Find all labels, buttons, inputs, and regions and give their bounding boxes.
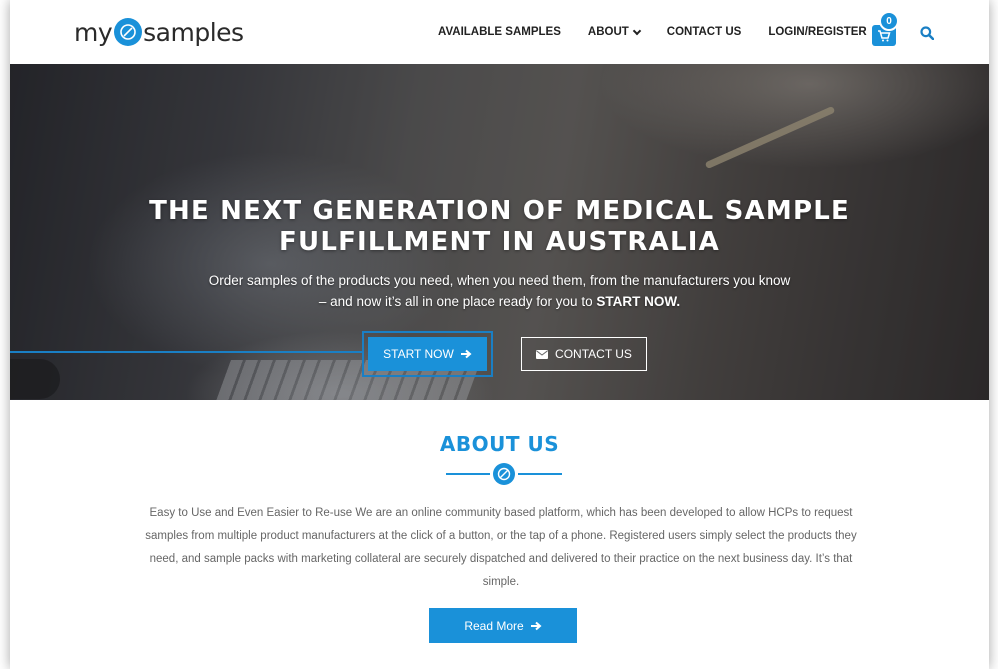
- start-now-label: START NOW: [383, 347, 454, 361]
- logo-text-left: my: [74, 17, 113, 47]
- page-frame: my samples AVAILABLE SAMPLES ABOUT CONTA…: [10, 0, 989, 669]
- hero-title: THE NEXT GENERATION OF MEDICAL SAMPLE FU…: [10, 196, 989, 258]
- search-icon: [920, 26, 935, 41]
- cart-count-badge: 0: [879, 11, 899, 31]
- hero-title-line: FULFILLMENT IN AUSTRALIA: [279, 227, 720, 257]
- nav-label: AVAILABLE SAMPLES: [438, 26, 561, 38]
- about-heading: ABOUT US: [439, 432, 560, 456]
- chevron-down-icon: [632, 26, 642, 35]
- read-more-label: Read More: [464, 618, 524, 633]
- hero-title-line: THE NEXT GENERATION OF MEDICAL SAMPLE: [149, 196, 850, 226]
- contact-us-button[interactable]: CONTACT US: [521, 337, 647, 371]
- nav-label: CONTACT US: [666, 26, 742, 38]
- read-more-button[interactable]: Read More: [429, 608, 577, 643]
- arrow-right-icon: [530, 621, 542, 630]
- search-button[interactable]: [920, 26, 935, 45]
- about-divider: [446, 463, 562, 485]
- hero-subtitle-line: Order samples of the products you need, …: [208, 273, 791, 288]
- site-logo[interactable]: my samples: [74, 16, 244, 48]
- divider-line: [446, 473, 490, 475]
- highlight-connector-line: [10, 351, 362, 353]
- cart-icon: [878, 29, 891, 41]
- nav-label: ABOUT: [587, 26, 629, 38]
- envelope-icon: [536, 349, 549, 359]
- start-now-button[interactable]: START NOW: [368, 337, 487, 371]
- hero-subtitle: Order samples of the products you need, …: [10, 270, 989, 312]
- logo-text-right: samples: [143, 17, 244, 47]
- hero-subtitle-emphasis: START NOW.: [596, 294, 681, 309]
- arrow-right-icon: [460, 349, 472, 359]
- divider-line: [518, 473, 562, 475]
- main-nav: AVAILABLE SAMPLES ABOUT CONTACT US LOGIN…: [438, 0, 894, 64]
- hero-subtitle-line: – and now it’s all in one place ready fo…: [10, 291, 989, 312]
- hero-subtitle-text: – and now it’s all in one place ready fo…: [318, 294, 593, 309]
- nav-available-samples[interactable]: AVAILABLE SAMPLES: [438, 26, 561, 38]
- logo-mark-icon: [114, 18, 143, 46]
- nav-login-register[interactable]: LOGIN/REGISTER: [768, 26, 866, 38]
- about-body-text: Easy to Use and Even Easier to Re-use We…: [145, 507, 857, 588]
- logo-mark-icon: [493, 463, 515, 485]
- site-header: my samples AVAILABLE SAMPLES ABOUT CONTA…: [10, 0, 989, 64]
- nav-about[interactable]: ABOUT: [587, 26, 642, 38]
- nav-label: LOGIN/REGISTER: [768, 26, 867, 38]
- contact-us-label: CONTACT US: [555, 347, 632, 361]
- hero-banner: THE NEXT GENERATION OF MEDICAL SAMPLE FU…: [10, 64, 989, 400]
- nav-contact-us[interactable]: CONTACT US: [667, 26, 742, 38]
